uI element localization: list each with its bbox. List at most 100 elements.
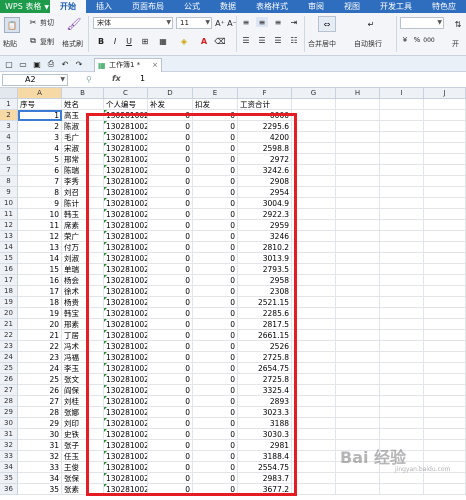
cell[interactable] — [424, 396, 466, 407]
cell[interactable]: 单瑞 — [62, 264, 104, 275]
cell[interactable] — [336, 429, 380, 440]
cell[interactable]: 0 — [148, 385, 193, 396]
row-header[interactable]: 22 — [0, 330, 18, 341]
cell[interactable]: 2908 — [238, 176, 292, 187]
cell[interactable] — [424, 297, 466, 308]
tab-9[interactable]: 特色应 — [422, 0, 466, 13]
cell[interactable]: 1302810022 — [104, 319, 148, 330]
cell[interactable]: 邢常 — [62, 154, 104, 165]
row-header[interactable]: 9 — [0, 187, 18, 198]
cell[interactable]: 9 — [18, 198, 62, 209]
cell[interactable] — [292, 242, 336, 253]
cell[interactable]: 1302810022 — [104, 220, 148, 231]
cell[interactable] — [380, 231, 424, 242]
cell[interactable] — [380, 264, 424, 275]
cell[interactable]: 2954 — [238, 187, 292, 198]
cell[interactable]: 0 — [193, 418, 238, 429]
cell[interactable]: 1302810021 — [104, 418, 148, 429]
align-bottom-icon[interactable]: ≡ — [272, 17, 284, 27]
fx-icon[interactable]: fx — [112, 74, 121, 83]
cell[interactable]: 2817.5 — [238, 319, 292, 330]
column-title[interactable]: 姓名 — [62, 99, 104, 110]
cell[interactable]: 0 — [148, 154, 193, 165]
row-header[interactable]: 21 — [0, 319, 18, 330]
cell[interactable] — [424, 187, 466, 198]
column-header[interactable]: F — [238, 88, 292, 99]
cell[interactable] — [380, 242, 424, 253]
tab-4[interactable]: 数据 — [210, 0, 246, 13]
cell[interactable]: 26 — [18, 385, 62, 396]
cell[interactable] — [292, 176, 336, 187]
cell[interactable] — [292, 341, 336, 352]
cell[interactable]: 0 — [148, 220, 193, 231]
cell[interactable]: 席素 — [62, 220, 104, 231]
cell[interactable] — [336, 176, 380, 187]
cell[interactable]: 2922.3 — [238, 209, 292, 220]
cell[interactable] — [424, 231, 466, 242]
cell[interactable] — [380, 198, 424, 209]
cell[interactable]: 5 — [18, 154, 62, 165]
cell[interactable]: 4200 — [238, 132, 292, 143]
cell[interactable] — [336, 242, 380, 253]
cell[interactable]: 0 — [148, 462, 193, 473]
cell[interactable] — [424, 440, 466, 451]
cell[interactable]: 0 — [148, 418, 193, 429]
cell[interactable]: 陈计 — [62, 198, 104, 209]
cell[interactable] — [336, 231, 380, 242]
cell[interactable] — [336, 143, 380, 154]
row-header[interactable]: 31 — [0, 429, 18, 440]
wrap-text-icon[interactable]: ↵ — [362, 16, 380, 32]
redo-icon[interactable]: ↷ — [74, 59, 84, 69]
cell[interactable] — [380, 121, 424, 132]
cell[interactable]: 1302810022 — [104, 264, 148, 275]
cell[interactable]: 0 — [193, 484, 238, 495]
cell[interactable] — [292, 462, 336, 473]
cell[interactable] — [292, 99, 336, 110]
cell[interactable] — [380, 352, 424, 363]
paste-icon[interactable]: 📋 — [4, 17, 20, 33]
cell[interactable]: 0 — [193, 231, 238, 242]
cell[interactable]: 4 — [18, 143, 62, 154]
cell[interactable]: 1302810022 — [104, 253, 148, 264]
cell[interactable] — [424, 451, 466, 462]
font-color-icon[interactable]: A — [197, 35, 211, 47]
cell[interactable]: 1302810022 — [104, 440, 148, 451]
align-right-icon[interactable]: ☰ — [272, 35, 284, 45]
cell[interactable]: 10 — [18, 209, 62, 220]
cell[interactable]: 1302810022 — [104, 187, 148, 198]
cell[interactable]: 付万 — [62, 242, 104, 253]
row-header[interactable]: 30 — [0, 418, 18, 429]
cell[interactable] — [424, 473, 466, 484]
copy-icon[interactable]: ⧉ — [28, 36, 38, 46]
name-box[interactable]: A2 ▼ — [2, 74, 68, 86]
cell[interactable]: 23 — [18, 352, 62, 363]
cell[interactable]: 22 — [18, 341, 62, 352]
cell[interactable]: 8 — [18, 187, 62, 198]
cell[interactable]: 0 — [148, 451, 193, 462]
cell[interactable] — [424, 319, 466, 330]
save-icon[interactable]: ▣ — [32, 59, 42, 69]
cell[interactable]: 邢素 — [62, 319, 104, 330]
cell[interactable]: 6 — [18, 165, 62, 176]
cell[interactable]: 1302810022 — [104, 154, 148, 165]
cell[interactable]: 1302810022 — [104, 341, 148, 352]
cell[interactable]: 2958 — [238, 275, 292, 286]
cell[interactable]: 2661.15 — [238, 330, 292, 341]
cell[interactable]: 1 — [18, 110, 62, 121]
sort-button[interactable]: 开 — [452, 39, 459, 49]
number-format-select[interactable]: ▼ — [400, 17, 444, 29]
align-top-icon[interactable]: ≡ — [240, 17, 252, 27]
row-header[interactable]: 11 — [0, 209, 18, 220]
cell[interactable] — [336, 187, 380, 198]
cell[interactable]: 0 — [193, 330, 238, 341]
indent-icon[interactable]: ⇥ — [288, 17, 300, 27]
cell[interactable]: 2654.75 — [238, 363, 292, 374]
cell[interactable]: 0 — [193, 396, 238, 407]
cell[interactable]: 16 — [18, 275, 62, 286]
cell[interactable] — [336, 352, 380, 363]
row-header[interactable]: 7 — [0, 165, 18, 176]
cell[interactable] — [336, 275, 380, 286]
format-painter-button[interactable]: 格式刷 — [62, 39, 83, 49]
cell[interactable]: 0 — [148, 176, 193, 187]
column-header[interactable]: E — [193, 88, 238, 99]
